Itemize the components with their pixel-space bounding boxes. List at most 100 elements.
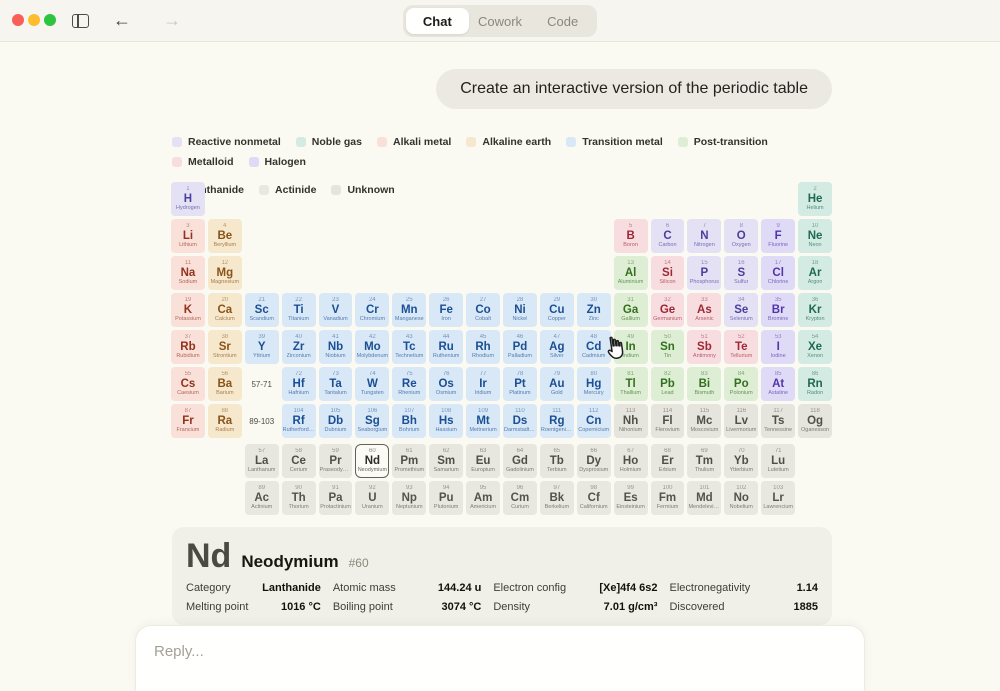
element-cell-Te[interactable]: 52TeTellurium: [724, 330, 758, 364]
element-cell-Ge[interactable]: 32GeGermanium: [651, 293, 685, 327]
element-cell-Db[interactable]: 105DbDubnium: [319, 404, 353, 438]
element-cell-At[interactable]: 85AtAstatine: [761, 367, 795, 401]
element-cell-Hg[interactable]: 80HgMercury: [577, 367, 611, 401]
element-cell-Sr[interactable]: 38SrStrontium: [208, 330, 242, 364]
back-arrow-icon[interactable]: ←: [113, 8, 131, 32]
element-cell-Li[interactable]: 3LiLithium: [171, 219, 205, 253]
element-cell-Rb[interactable]: 37RbRubidium: [171, 330, 205, 364]
element-cell-Er[interactable]: 68ErErbium: [651, 444, 685, 478]
element-cell-Gd[interactable]: 64GdGadolinium: [503, 444, 537, 478]
element-cell-Rh[interactable]: 45RhRhodium: [466, 330, 500, 364]
element-cell-Pu[interactable]: 94PuPlutonium: [429, 481, 463, 515]
element-cell-Nb[interactable]: 41NbNiobium: [319, 330, 353, 364]
element-cell-O[interactable]: 8OOxygen: [724, 219, 758, 253]
element-cell-No[interactable]: 102NoNobelium: [724, 481, 758, 515]
element-cell-Zn[interactable]: 30ZnZinc: [577, 293, 611, 327]
element-cell-V[interactable]: 23VVanadium: [319, 293, 353, 327]
element-cell-Es[interactable]: 99EsEinsteinium: [614, 481, 648, 515]
element-cell-Eu[interactable]: 63EuEuropium: [466, 444, 500, 478]
element-cell-Mn[interactable]: 25MnManganese: [392, 293, 426, 327]
element-cell-Rg[interactable]: 111RgRoentgenium: [540, 404, 574, 438]
element-cell-Rf[interactable]: 104RfRutherfordium: [282, 404, 316, 438]
element-cell-Ir[interactable]: 77IrIridium: [466, 367, 500, 401]
element-cell-Bh[interactable]: 107BhBohrium: [392, 404, 426, 438]
element-cell-Al[interactable]: 13AlAluminium: [614, 256, 648, 290]
element-cell-K[interactable]: 19KPotassium: [171, 293, 205, 327]
element-cell-Ta[interactable]: 73TaTantalum: [319, 367, 353, 401]
element-cell-Hs[interactable]: 108HsHassium: [429, 404, 463, 438]
element-cell-Na[interactable]: 11NaSodium: [171, 256, 205, 290]
element-cell-Ne[interactable]: 10NeNeon: [798, 219, 832, 253]
element-cell-Bi[interactable]: 83BiBismuth: [687, 367, 721, 401]
element-cell-H[interactable]: 1HHydrogen: [171, 182, 205, 216]
element-cell-Be[interactable]: 4BeBeryllium: [208, 219, 242, 253]
element-cell-Cu[interactable]: 29CuCopper: [540, 293, 574, 327]
element-cell-Fr[interactable]: 87FrFrancium: [171, 404, 205, 438]
element-cell-Sc[interactable]: 21ScScandium: [245, 293, 279, 327]
element-cell-Cm[interactable]: 96CmCurium: [503, 481, 537, 515]
tab-code[interactable]: Code: [531, 8, 594, 34]
element-cell-Md[interactable]: 101MdMendelevium: [687, 481, 721, 515]
element-cell-B[interactable]: 5BBoron: [614, 219, 648, 253]
element-cell-Lu[interactable]: 71LuLutetium: [761, 444, 795, 478]
element-cell-N[interactable]: 7NNitrogen: [687, 219, 721, 253]
element-cell-Ag[interactable]: 47AgSilver: [540, 330, 574, 364]
element-cell-Mt[interactable]: 109MtMeitnerium: [466, 404, 500, 438]
zoom-window-button[interactable]: [44, 14, 56, 26]
element-cell-Ra[interactable]: 88RaRadium: [208, 404, 242, 438]
element-cell-W[interactable]: 74WTungsten: [355, 367, 389, 401]
element-cell-U[interactable]: 92UUranium: [355, 481, 389, 515]
element-cell-Tl[interactable]: 81TlThallium: [614, 367, 648, 401]
element-cell-Nh[interactable]: 113NhNihonium: [614, 404, 648, 438]
element-cell-Cl[interactable]: 17ClChlorine: [761, 256, 795, 290]
element-cell-Br[interactable]: 35BrBromine: [761, 293, 795, 327]
minimize-window-button[interactable]: [28, 14, 40, 26]
element-cell-Ru[interactable]: 44RuRuthenium: [429, 330, 463, 364]
tab-chat[interactable]: Chat: [406, 8, 469, 34]
element-cell-S[interactable]: 16SSulfur: [724, 256, 758, 290]
element-cell-Ce[interactable]: 58CeCerium: [282, 444, 316, 478]
element-cell-Rn[interactable]: 86RnRadon: [798, 367, 832, 401]
element-cell-Sn[interactable]: 50SnTin: [651, 330, 685, 364]
element-cell-Ts[interactable]: 117TsTennessine: [761, 404, 795, 438]
element-cell-La[interactable]: 57LaLanthanum: [245, 444, 279, 478]
element-cell-Se[interactable]: 34SeSelenium: [724, 293, 758, 327]
element-cell-Os[interactable]: 76OsOsmium: [429, 367, 463, 401]
reply-input[interactable]: Reply...: [135, 625, 865, 691]
element-cell-Cf[interactable]: 98CfCalifornium: [577, 481, 611, 515]
element-cell-Yb[interactable]: 70YbYtterbium: [724, 444, 758, 478]
element-cell-Ga[interactable]: 31GaGallium: [614, 293, 648, 327]
element-cell-Kr[interactable]: 36KrKrypton: [798, 293, 832, 327]
element-cell-P[interactable]: 15PPhosphorus: [687, 256, 721, 290]
element-cell-Og[interactable]: 118OgOganesson: [798, 404, 832, 438]
element-cell-I[interactable]: 53IIodine: [761, 330, 795, 364]
element-cell-C[interactable]: 6CCarbon: [651, 219, 685, 253]
element-cell-Sb[interactable]: 51SbAntimony: [687, 330, 721, 364]
element-cell-Pd[interactable]: 46PdPalladium: [503, 330, 537, 364]
element-cell-Pm[interactable]: 61PmPromethium: [392, 444, 426, 478]
element-cell-Am[interactable]: 95AmAmericium: [466, 481, 500, 515]
close-window-button[interactable]: [12, 14, 24, 26]
element-cell-Lv[interactable]: 116LvLivermorium: [724, 404, 758, 438]
element-cell-Ho[interactable]: 67HoHolmium: [614, 444, 648, 478]
element-cell-Pt[interactable]: 78PtPlatinum: [503, 367, 537, 401]
element-cell-Pb[interactable]: 82PbLead: [651, 367, 685, 401]
element-cell-Np[interactable]: 93NpNeptunium: [392, 481, 426, 515]
element-cell-Ca[interactable]: 20CaCalcium: [208, 293, 242, 327]
element-cell-Cs[interactable]: 55CsCaesium: [171, 367, 205, 401]
element-cell-Mo[interactable]: 42MoMolybdenum: [355, 330, 389, 364]
element-cell-Sg[interactable]: 106SgSeaborgium: [355, 404, 389, 438]
element-cell-Fm[interactable]: 100FmFermium: [651, 481, 685, 515]
element-cell-Ni[interactable]: 28NiNickel: [503, 293, 537, 327]
element-cell-Sm[interactable]: 62SmSamarium: [429, 444, 463, 478]
element-cell-Tm[interactable]: 69TmThulium: [687, 444, 721, 478]
element-cell-Nd[interactable]: 60NdNeodymium: [355, 444, 389, 478]
element-cell-Fl[interactable]: 114FlFlerovium: [651, 404, 685, 438]
element-cell-As[interactable]: 33AsArsenic: [687, 293, 721, 327]
element-cell-Lr[interactable]: 103LrLawrencium: [761, 481, 795, 515]
element-cell-He[interactable]: 2HeHelium: [798, 182, 832, 216]
element-cell-Bk[interactable]: 97BkBerkelium: [540, 481, 574, 515]
element-cell-Hf[interactable]: 72HfHafnium: [282, 367, 316, 401]
element-cell-Tc[interactable]: 43TcTechnetium: [392, 330, 426, 364]
sidebar-toggle-icon[interactable]: [72, 14, 89, 28]
